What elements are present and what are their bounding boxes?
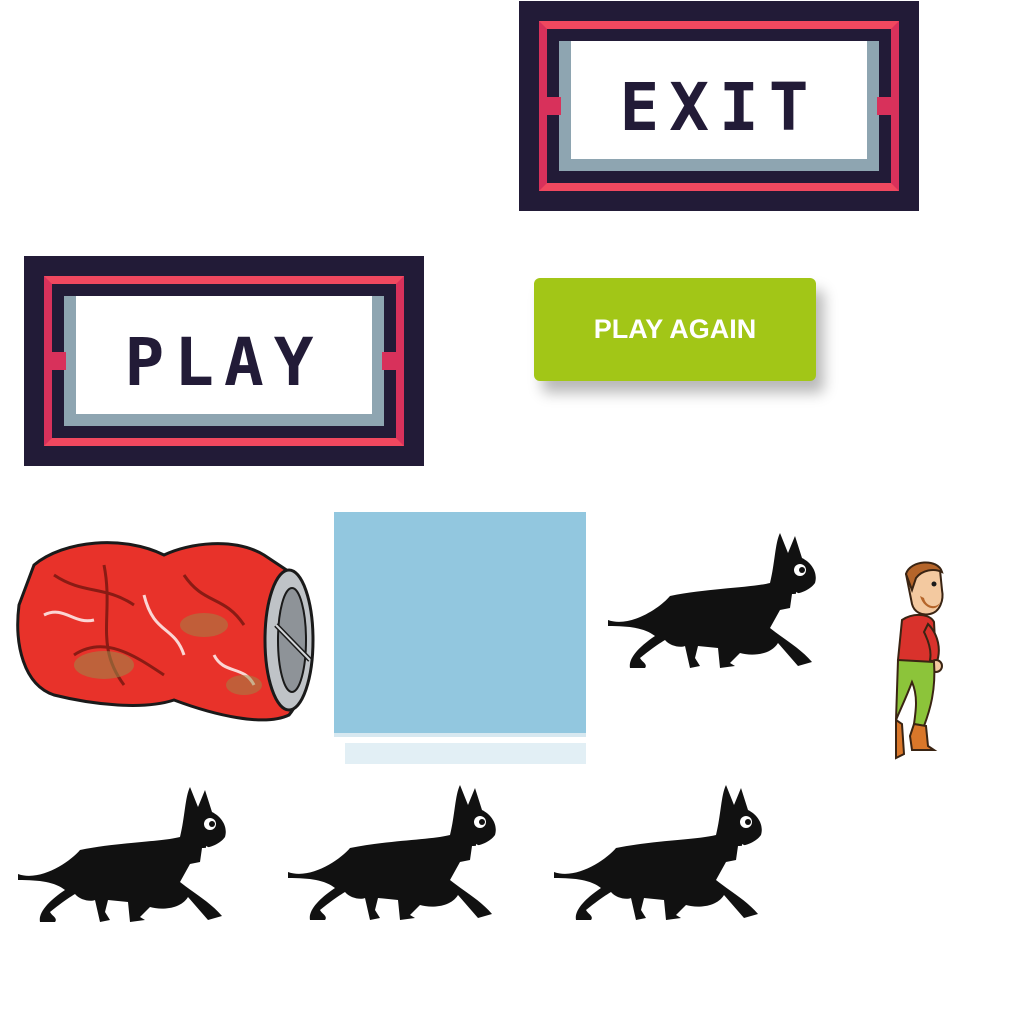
play-again-label: PLAY AGAIN (593, 314, 757, 344)
water-tile (334, 512, 586, 764)
black-cat-icon (18, 787, 226, 922)
exit-button-label: EXIT (619, 69, 819, 146)
crushed-can-icon (16, 541, 315, 722)
black-cat-icon (554, 785, 762, 920)
black-cat-icon (608, 533, 816, 668)
black-cat-icon (288, 785, 496, 920)
exit-button[interactable]: EXIT (519, 1, 919, 211)
play-button[interactable]: PLAY (24, 256, 424, 466)
water-tile-floor-fill (345, 743, 586, 764)
play-button-label: PLAY (124, 324, 324, 401)
play-again-button[interactable]: PLAY AGAIN (534, 278, 816, 381)
running-man-icon (895, 561, 944, 760)
